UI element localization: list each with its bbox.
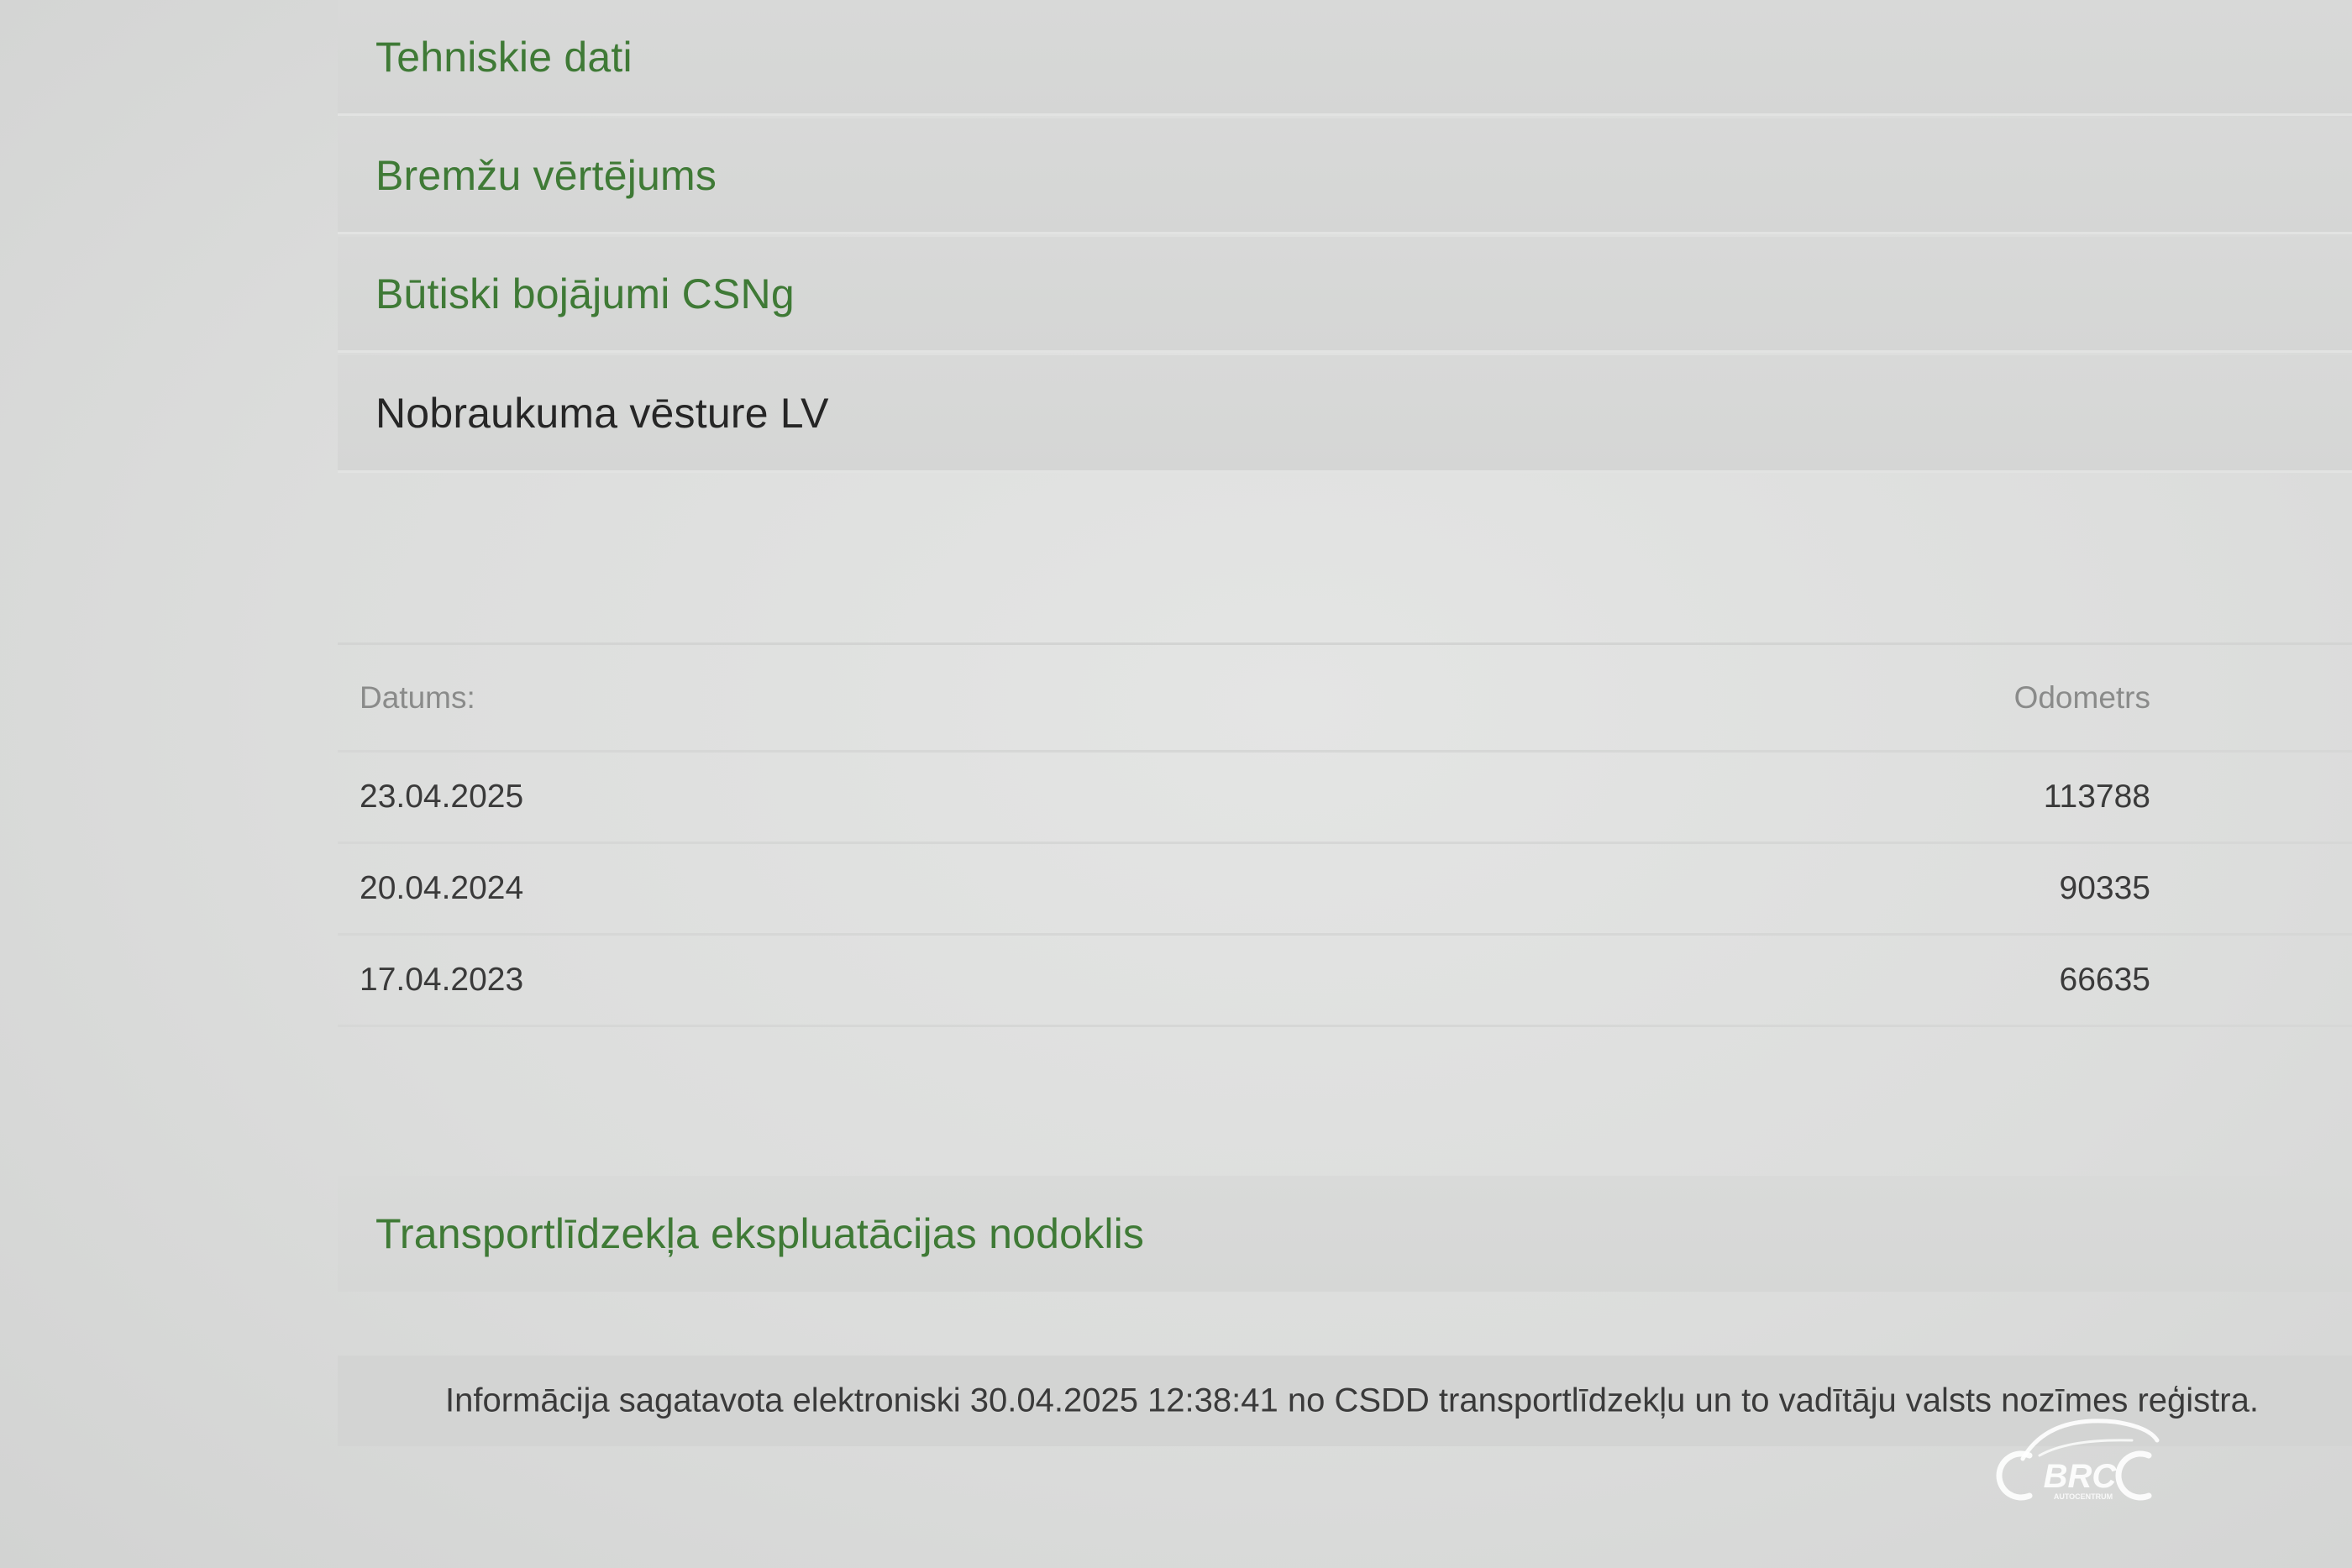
section-technical-data[interactable]: Tehniskie dati [338, 0, 2352, 116]
brc-watermark-sub: AUTOCENTRUM [2054, 1492, 2113, 1501]
section-brake-assessment[interactable]: Bremžu vērtējums [338, 118, 2352, 234]
row-odometer: 113788 [2043, 779, 2150, 815]
section-vehicle-tax[interactable]: Transportlīdzekļa ekspluatācijas nodokli… [338, 1176, 2352, 1292]
section-mileage-history-label[interactable]: Nobraukuma vēsture LV [375, 389, 829, 438]
mileage-history-table: Datums: Odometrs 23.04.2025 113788 20.04… [338, 642, 2352, 1030]
section-brake-assessment-label[interactable]: Bremžu vērtējums [375, 151, 717, 200]
row-date: 17.04.2023 [360, 962, 524, 998]
row-date: 23.04.2025 [360, 779, 524, 815]
info-footer-text: Informācija sagatavota elektroniski 30.0… [445, 1382, 2259, 1419]
section-major-damage-label[interactable]: Būtiski bojājumi CSNg [375, 270, 795, 318]
row-date: 20.04.2024 [360, 870, 524, 906]
row-odometer: 90335 [2059, 870, 2150, 906]
section-vehicle-tax-label[interactable]: Transportlīdzekļa ekspluatācijas nodokli… [375, 1209, 1144, 1258]
brc-watermark-logo: BRC AUTOCENTRUM [1996, 1419, 2160, 1501]
column-header-odometer: Odometrs [2013, 679, 2150, 715]
table-row: 17.04.2023 66635 [338, 936, 2352, 1027]
table-row: 23.04.2025 113788 [338, 753, 2352, 844]
column-header-date: Datums: [360, 679, 475, 715]
table-row: 20.04.2024 90335 [338, 844, 2352, 936]
section-major-damage[interactable]: Būtiski bojājumi CSNg [338, 237, 2352, 353]
brc-watermark-brand: BRC [2044, 1458, 2118, 1495]
section-mileage-history[interactable]: Nobraukuma vēsture LV [338, 355, 2352, 473]
section-technical-data-label[interactable]: Tehniskie dati [375, 33, 633, 81]
table-header-row: Datums: Odometrs [338, 645, 2352, 753]
row-odometer: 66635 [2059, 962, 2150, 998]
page: Tehniskie dati Bremžu vērtējums Būtiski … [0, 0, 2352, 1568]
